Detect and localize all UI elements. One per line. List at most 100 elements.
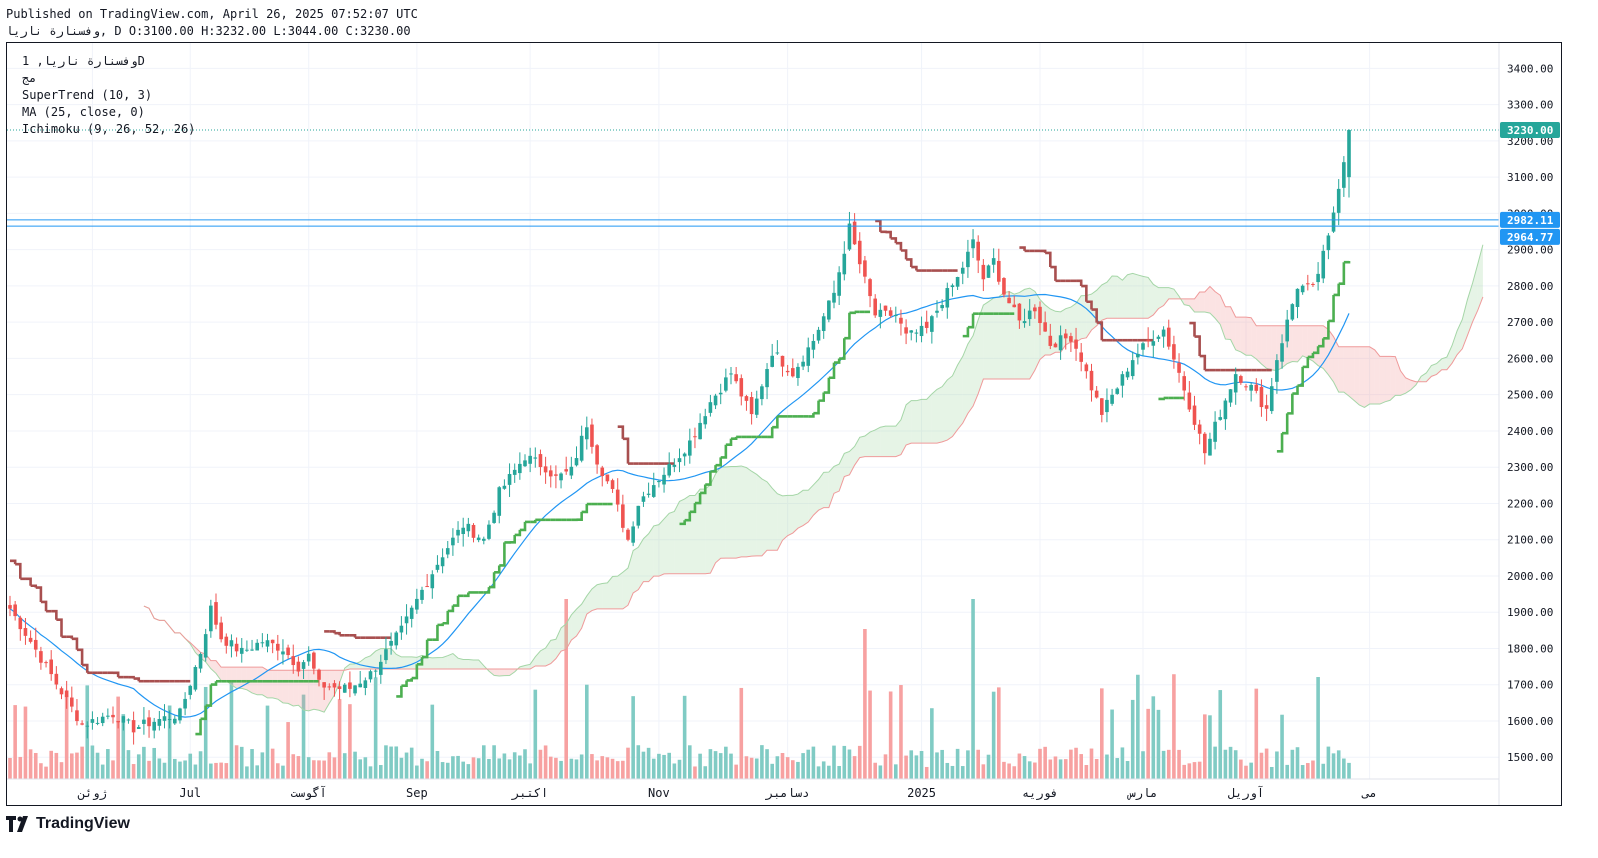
candle-body <box>677 458 682 463</box>
chart-frame[interactable]: 1500.00 1600.00 1700.00 1800.00 1900.00 2000.… <box>6 42 1562 806</box>
candle-body <box>49 659 53 675</box>
candle-body <box>1094 390 1099 398</box>
x-tick-label: 2025 <box>907 786 936 800</box>
volume-bar <box>538 749 543 779</box>
volume-bar <box>70 753 74 779</box>
candle-body <box>857 240 862 265</box>
supertrend-segment <box>452 595 460 607</box>
volume-bar <box>95 752 100 779</box>
volume-bar <box>636 745 641 779</box>
volume-bar <box>1192 762 1197 779</box>
candle-body <box>239 647 244 654</box>
volume-bar <box>1197 761 1202 779</box>
candle-body <box>1249 384 1253 391</box>
volume-bar <box>8 757 12 779</box>
candle-body <box>1177 363 1181 373</box>
candle-body <box>126 719 131 721</box>
supertrend-segment <box>720 444 728 459</box>
volume-bar <box>940 749 944 779</box>
candle-body <box>842 253 847 275</box>
volume-bar <box>796 761 800 779</box>
kumo-segment <box>1312 325 1319 366</box>
volume-bar <box>811 746 816 779</box>
volume-bar <box>193 764 198 779</box>
candle-body <box>847 223 852 250</box>
legend-ma[interactable]: MA (25, close, 0) <box>22 104 145 120</box>
volume-bar <box>1027 761 1032 779</box>
candle-body <box>1156 336 1161 339</box>
kumo-segment <box>1137 274 1143 319</box>
supertrend-segment <box>488 572 496 589</box>
volume-bar <box>672 763 677 779</box>
candle-body <box>718 392 723 395</box>
time-axis[interactable]: ژوئن Jul آگوست Sep اکتبر Nov دسامبر 2025 فوریه ما… <box>7 778 1499 801</box>
supertrend-segment <box>1076 279 1083 287</box>
y-tick-label: 2100.00 <box>1507 534 1553 547</box>
candle-body <box>167 719 172 721</box>
candle-body <box>152 721 156 731</box>
candle-body <box>1161 329 1166 337</box>
y-tick-label: 2500.00 <box>1507 389 1553 402</box>
candle-body <box>543 466 548 473</box>
volume-bar <box>713 751 718 779</box>
supertrend-segment <box>133 677 141 682</box>
volume-bar <box>708 749 713 779</box>
volume-bar <box>420 758 424 779</box>
supertrend-segment <box>349 633 357 638</box>
kumo-segment <box>1302 325 1308 359</box>
volume-bar <box>1130 699 1135 779</box>
candle-body <box>615 489 620 505</box>
volume-bar <box>373 677 378 779</box>
kumo-segment <box>622 568 628 609</box>
volume-bar <box>1326 746 1331 779</box>
kumo-segment <box>494 669 500 677</box>
candle-body <box>796 366 800 378</box>
kumo-segment <box>653 524 659 577</box>
volume-bar <box>986 754 991 779</box>
volume-bar <box>265 705 270 779</box>
kumo-segment <box>664 513 670 574</box>
volume-bar <box>894 764 898 779</box>
horizontal-lines[interactable] <box>7 129 1499 227</box>
kumo-segment <box>463 659 469 670</box>
legend-ichimoku[interactable]: Ichimoku (9, 26, 52, 26) <box>22 121 195 137</box>
candle-body <box>1342 162 1346 188</box>
legend-symbol[interactable]: وفسنارة ناريا, 1D <box>22 53 145 69</box>
y-tick-label: 3300.00 <box>1507 99 1553 112</box>
volume-bar <box>492 745 496 779</box>
volume-bar <box>327 752 332 779</box>
kumo-segment <box>236 667 242 689</box>
candle-body <box>461 527 465 535</box>
candle-body <box>255 642 259 651</box>
price-axis[interactable]: 1500.00 1600.00 1700.00 1800.00 1900.00 2000.… <box>1498 43 1560 805</box>
candle-body <box>1269 386 1274 412</box>
candle-body <box>435 564 440 570</box>
candle-body <box>358 683 362 688</box>
volume-bar <box>621 760 625 779</box>
kumo-segment <box>1343 346 1349 397</box>
supertrend-segment <box>530 519 537 524</box>
tradingview-logo[interactable]: TradingView <box>6 813 130 835</box>
volume-bar <box>33 752 38 779</box>
volume-bar <box>1249 762 1253 779</box>
candle-body <box>785 370 790 373</box>
kumo-segment <box>633 547 639 593</box>
candle-body <box>708 402 713 413</box>
kumo-segment <box>308 670 314 711</box>
supertrend-segment <box>35 586 43 602</box>
candle-body <box>791 368 795 377</box>
candle-body <box>749 397 754 415</box>
volume-bar <box>157 758 162 779</box>
candle-body <box>636 505 641 526</box>
volume-bar <box>945 762 950 779</box>
candle-body <box>260 642 265 644</box>
candle-body <box>754 398 759 415</box>
candlestick-chart[interactable]: 1500.00 1600.00 1700.00 1800.00 1900.00 2000.… <box>7 43 1561 805</box>
kumo-segment <box>720 467 726 559</box>
candle-body <box>121 716 126 723</box>
candle-body <box>286 647 290 656</box>
legend-supertrend[interactable]: SuperTrend (10, 3) <box>22 87 152 103</box>
volume-bar <box>332 757 337 779</box>
supertrend-segment <box>1287 393 1294 415</box>
candle-body <box>945 288 950 308</box>
